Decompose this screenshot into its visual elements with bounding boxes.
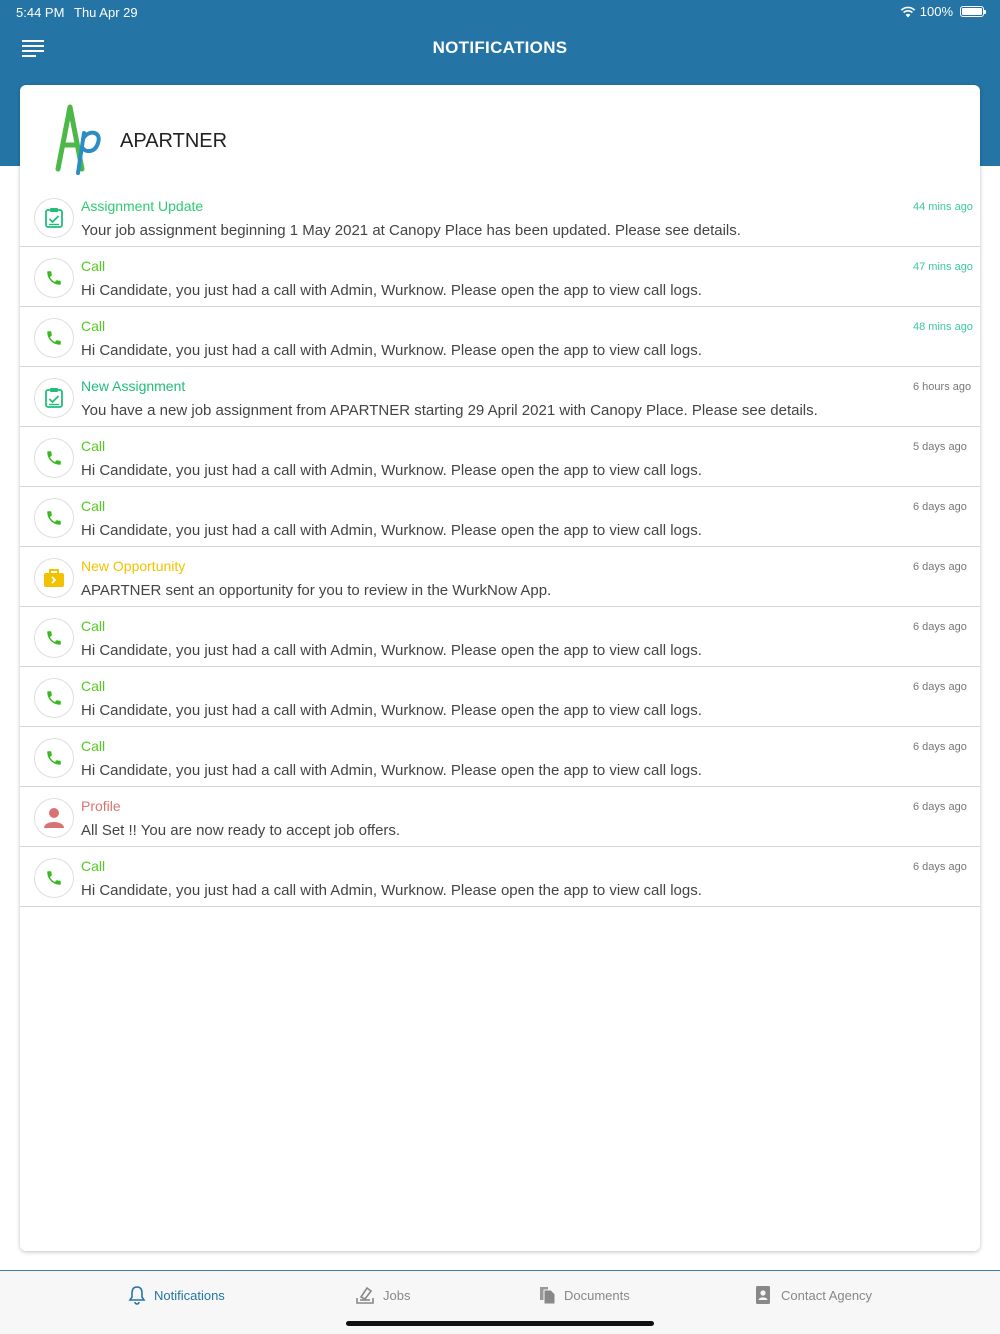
notification-item[interactable]: Call Hi Candidate, you just had a call wi… — [20, 307, 980, 367]
agency-name: APARTNER — [120, 130, 228, 152]
clipboard-check-icon — [34, 378, 74, 418]
notifications-card: APARTNER Assignment Update Your job assig… — [20, 85, 980, 1251]
notification-time: 6 days ago — [913, 741, 967, 753]
tab-label: Contact Agency — [781, 1287, 873, 1303]
notification-item[interactable]: Call Hi Candidate, you just had a call wi… — [20, 487, 980, 547]
notification-time: 6 days ago — [913, 621, 967, 633]
status-time: 5:44 PM — [16, 5, 65, 20]
notification-item[interactable]: Call Hi Candidate, you just had a call wi… — [20, 667, 980, 727]
notification-time: 6 days ago — [913, 561, 967, 573]
wifi-icon — [900, 6, 916, 17]
notification-message: Your job assignment beginning 1 May 2021… — [81, 222, 741, 239]
page-title: NOTIFICATIONS — [432, 38, 568, 57]
bell-icon — [128, 1286, 146, 1305]
tab-documents[interactable]: Documents — [538, 1285, 630, 1305]
notification-item[interactable]: Call Hi Candidate, you just had a call wi… — [20, 727, 980, 787]
status-date: Thu Apr 29 — [74, 5, 138, 20]
notification-title: Call — [81, 498, 106, 514]
notification-time: 6 hours ago — [913, 381, 972, 393]
notification-message: Hi Candidate, you just had a call with A… — [81, 762, 702, 779]
notification-item[interactable]: Call Hi Candidate, you just had a call wi… — [20, 247, 980, 307]
person-icon — [34, 798, 74, 838]
notification-item[interactable]: Profile All Set !! You are now ready to a… — [20, 787, 980, 847]
status-indicators: 100% — [900, 4, 986, 19]
notification-title: New Assignment — [81, 378, 186, 394]
tab-label: Notifications — [154, 1287, 225, 1303]
notification-time: 6 days ago — [913, 501, 967, 513]
contact-icon — [756, 1286, 770, 1304]
agency-header: APARTNER — [20, 85, 980, 187]
briefcase-icon — [34, 558, 74, 598]
notification-message: Hi Candidate, you just had a call with A… — [81, 882, 702, 899]
notification-time: 6 days ago — [913, 861, 967, 873]
notification-time: 5 days ago — [913, 441, 967, 453]
notification-title: New Opportunity — [81, 558, 186, 574]
phone-icon — [34, 498, 74, 538]
notification-message: You have a new job assignment from APART… — [81, 402, 818, 419]
notification-time: 44 mins ago — [913, 201, 973, 213]
notification-title: Call — [81, 678, 106, 694]
notification-message: Hi Candidate, you just had a call with A… — [81, 702, 702, 719]
notification-time: 6 days ago — [913, 681, 967, 693]
agency-logo — [55, 104, 101, 175]
notification-item[interactable]: New Opportunity APARTNER sent an opportun… — [20, 547, 980, 607]
notification-message: All Set !! You are now ready to accept j… — [81, 822, 401, 839]
notification-title: Profile — [81, 798, 121, 814]
notification-item[interactable]: Call Hi Candidate, you just had a call wi… — [20, 847, 980, 907]
notification-message: Hi Candidate, you just had a call with A… — [81, 642, 702, 659]
phone-icon — [34, 678, 74, 718]
notification-message: Hi Candidate, you just had a call with A… — [81, 282, 702, 299]
battery-icon — [960, 6, 986, 17]
notification-item[interactable]: New Assignment You have a new job assignm… — [20, 367, 980, 427]
notification-title: Call — [81, 438, 106, 454]
home-indicator — [346, 1321, 654, 1326]
tab-contact-agency[interactable]: Contact Agency — [753, 1285, 872, 1305]
notification-message: APARTNER sent an opportunity for you to … — [81, 582, 552, 599]
jobs-icon — [356, 1286, 374, 1304]
notification-time: 48 mins ago — [913, 321, 973, 333]
documents-icon — [540, 1287, 556, 1305]
notification-title: Assignment Update — [81, 198, 204, 214]
notification-item[interactable]: Assignment Update Your job assignment beg… — [20, 187, 980, 247]
notification-time: 47 mins ago — [913, 261, 973, 273]
phone-icon — [34, 618, 74, 658]
phone-icon — [34, 258, 74, 298]
phone-icon — [34, 738, 74, 778]
notification-message: Hi Candidate, you just had a call with A… — [81, 342, 702, 359]
status-bar: 5:44 PM Thu Apr 29 100% — [0, 0, 1000, 24]
tab-label: Documents — [564, 1287, 630, 1303]
notification-time: 6 days ago — [913, 801, 967, 813]
notification-title: Call — [81, 738, 106, 754]
phone-icon — [34, 318, 74, 358]
phone-icon — [34, 438, 74, 478]
notification-message: Hi Candidate, you just had a call with A… — [81, 522, 702, 539]
phone-icon — [34, 858, 74, 898]
battery-percent: 100% — [919, 4, 953, 19]
clipboard-check-icon — [34, 198, 74, 238]
notification-item[interactable]: Call Hi Candidate, you just had a call wi… — [20, 427, 980, 487]
tab-notifications[interactable]: Notifications — [128, 1285, 225, 1305]
tab-label: Jobs — [383, 1287, 411, 1303]
notification-title: Call — [81, 258, 106, 274]
notification-title: Call — [81, 318, 106, 334]
notification-list: Assignment Update Your job assignment beg… — [20, 187, 980, 907]
notification-item[interactable]: Call Hi Candidate, you just had a call wi… — [20, 607, 980, 667]
notification-title: Call — [81, 618, 106, 634]
tab-jobs[interactable]: Jobs — [355, 1285, 410, 1305]
notification-title: Call — [81, 858, 106, 874]
notification-message: Hi Candidate, you just had a call with A… — [81, 462, 702, 479]
